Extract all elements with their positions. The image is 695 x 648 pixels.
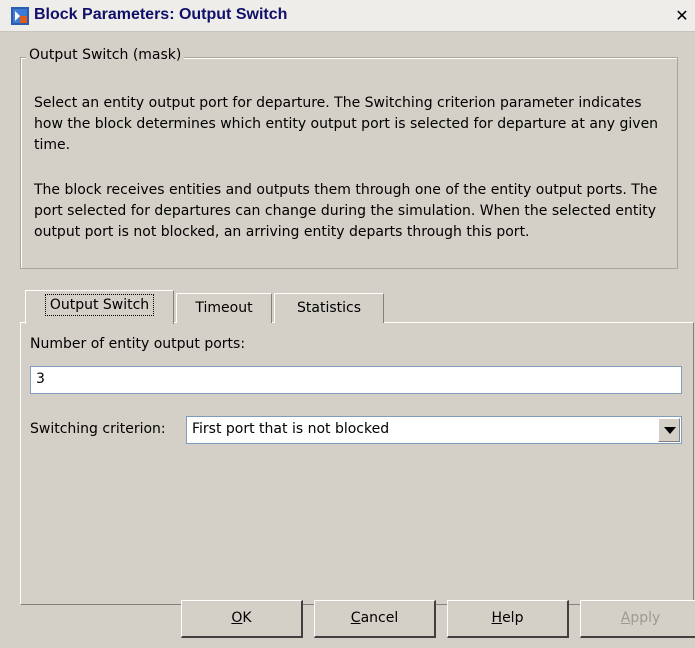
ports-input[interactable]: 3 bbox=[30, 366, 682, 394]
ok-label: K bbox=[242, 610, 252, 626]
cancel-label: ancel bbox=[360, 610, 399, 626]
help-mnemonic: H bbox=[491, 610, 503, 626]
tab-timeout[interactable]: Timeout bbox=[176, 293, 272, 323]
switching-criterion-label: Switching criterion: bbox=[30, 421, 166, 437]
tab-statistics[interactable]: Statistics bbox=[274, 293, 384, 323]
tab-panel bbox=[20, 322, 694, 605]
help-label: elp bbox=[502, 610, 524, 626]
switching-criterion-select[interactable]: First port that is not blocked bbox=[186, 416, 682, 444]
ok-mnemonic: O bbox=[231, 610, 243, 626]
simulink-block-icon bbox=[11, 7, 29, 25]
apply-label: pply bbox=[630, 610, 661, 626]
tab-label: Output Switch bbox=[44, 294, 155, 316]
mask-description-1: Select an entity output port for departu… bbox=[34, 95, 659, 153]
ok-button[interactable]: OK bbox=[181, 600, 303, 638]
title-bar: Block Parameters: Output Switch ✕ bbox=[0, 0, 695, 32]
mask-group-legend: Output Switch (mask) bbox=[26, 47, 185, 63]
apply-button[interactable]: Apply bbox=[580, 600, 695, 638]
mask-description-2: The block receives entities and outputs … bbox=[34, 182, 658, 240]
cancel-mnemonic: C bbox=[350, 610, 361, 626]
cancel-button[interactable]: Cancel bbox=[314, 600, 436, 638]
apply-mnemonic: A bbox=[620, 610, 631, 626]
tab-output-switch[interactable]: Output Switch bbox=[25, 290, 174, 324]
help-button[interactable]: Help bbox=[447, 600, 569, 638]
close-icon[interactable]: ✕ bbox=[672, 6, 692, 26]
ports-label: Number of entity output ports: bbox=[30, 336, 246, 352]
window-title: Block Parameters: Output Switch bbox=[34, 6, 288, 23]
switching-criterion-value: First port that is not blocked bbox=[192, 421, 390, 437]
chevron-down-icon[interactable] bbox=[658, 418, 680, 442]
